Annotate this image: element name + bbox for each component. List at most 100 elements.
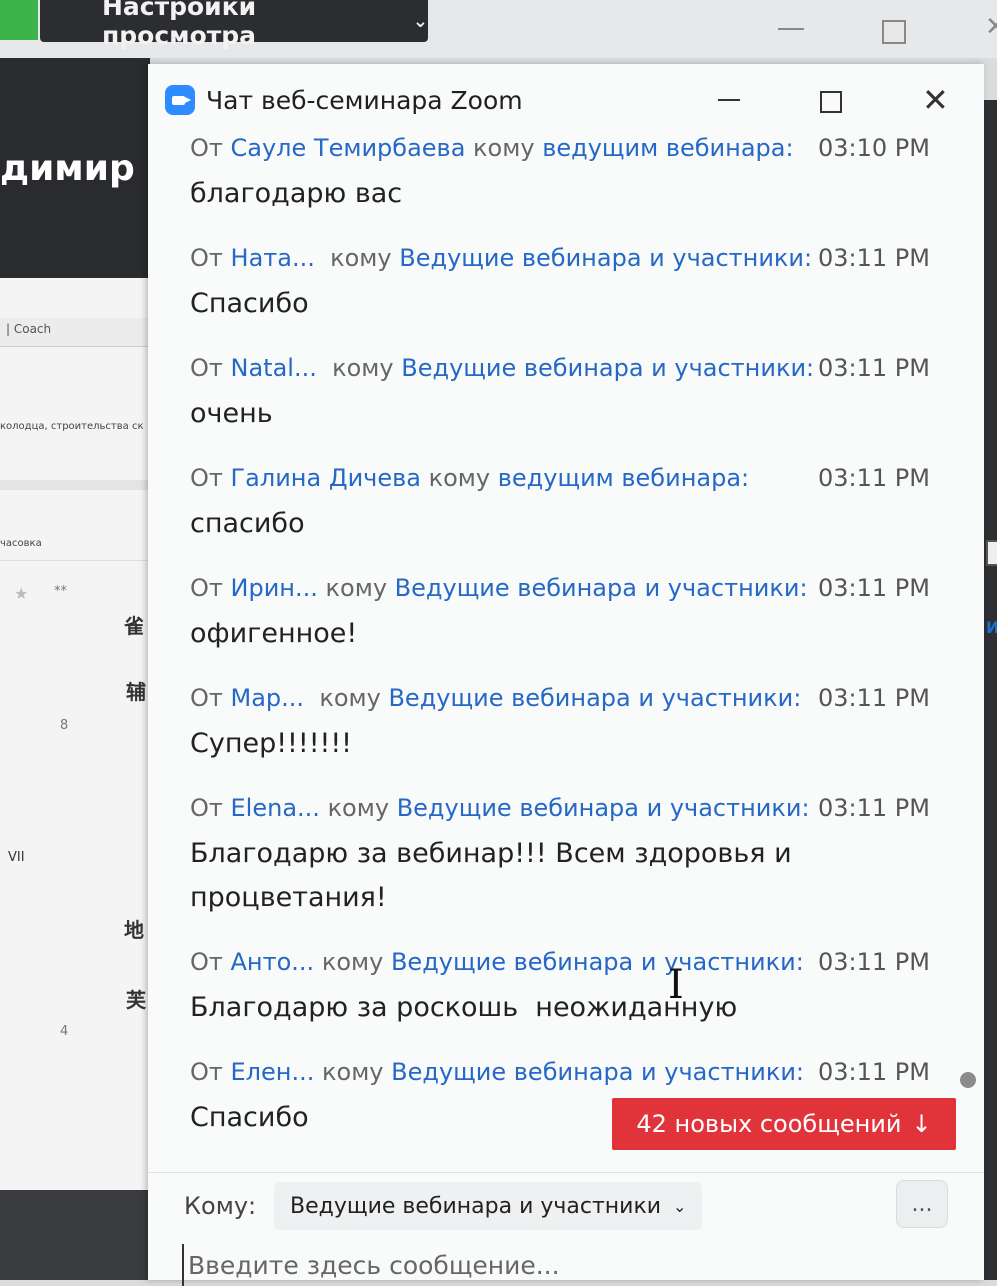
to-label: Кому: (184, 1192, 257, 1220)
message-time: 03:11 PM (818, 354, 930, 382)
message-text: офигенное! (190, 618, 358, 649)
recipient-link[interactable]: Ведущие вебинара и участники: (395, 574, 808, 602)
background-minimize-button[interactable] (778, 28, 804, 30)
text-cursor-icon: I (668, 962, 684, 1008)
to-word: кому (473, 136, 535, 162)
webinar-chat-window: Чат веб-семинара Zoom ✕ От Сауле Темирба… (148, 64, 984, 1286)
chat-message: От Сауле Темирбаева кому ведущим вебинар… (190, 136, 960, 216)
recipient-link[interactable]: Ведущие вебинара и участники: (401, 354, 814, 382)
new-messages-button[interactable]: 42 новых сообщений ↓ (612, 1098, 956, 1150)
arrow-down-icon: ↓ (911, 1110, 932, 1138)
background-bottom-area (0, 1190, 150, 1280)
message-text: Благодарю за вебинар!!! Всем здоровья и … (190, 838, 792, 913)
from-prefix: От (190, 354, 223, 382)
speaker-name: димир З (0, 148, 173, 189)
from-prefix: От (190, 794, 223, 822)
chevron-down-icon: ⌄ (412, 10, 428, 32)
recipient-link[interactable]: ведущим вебинара: (498, 464, 749, 492)
message-time: 03:11 PM (818, 1058, 930, 1086)
chat-message: От Галина Дичева кому ведущим вебинара: … (190, 464, 960, 546)
sender-link[interactable]: Елен... (231, 1058, 315, 1086)
close-button[interactable]: ✕ (922, 80, 949, 120)
composer-divider (148, 1172, 984, 1173)
message-text: Спасибо (190, 288, 309, 319)
to-word: кому (319, 684, 381, 712)
message-text: благодарю вас (190, 178, 403, 209)
from-prefix: От (190, 948, 223, 976)
chat-message: От Анто... кому Ведущие вебинара и участ… (190, 948, 960, 1030)
message-header: От Ирин... кому Ведущие вебинара и участ… (190, 574, 960, 610)
recipient-link[interactable]: Ведущие вебинара и участники: (391, 948, 804, 976)
chat-message: От Elena... кому Ведущие вебинара и учас… (190, 794, 960, 920)
background-close-button[interactable]: ✕ (985, 12, 997, 42)
message-time: 03:11 PM (818, 794, 930, 822)
more-options-button[interactable]: ... (896, 1180, 948, 1228)
shared-screen (0, 278, 150, 1190)
sender-link[interactable]: Elena... (231, 794, 320, 822)
zoom-logo-icon (165, 85, 195, 115)
shared-screen-divider (0, 560, 150, 561)
sender-link[interactable]: Ирин... (231, 574, 318, 602)
message-time: 03:10 PM (818, 136, 930, 162)
green-indicator (0, 0, 38, 40)
recipient-select[interactable]: Ведущие вебинара и участники ⌄ (274, 1182, 703, 1230)
sender-link[interactable]: Анто... (231, 948, 315, 976)
background-right-panel (984, 100, 997, 1280)
message-header: От Галина Дичева кому ведущим вебинара: … (190, 464, 960, 500)
recipient-link[interactable]: ведущим вебинара: (542, 136, 793, 162)
message-header: От Elena... кому Ведущие вебинара и учас… (190, 794, 960, 830)
scrollbar-thumb[interactable] (960, 1072, 976, 1088)
message-text: Благодарю за роскошь неожиданную (190, 992, 738, 1023)
shared-screen-glyph: 辅 (126, 680, 146, 704)
shared-screen-tab-label: | Coach (6, 322, 52, 336)
message-text: Супер!!!!!!! (190, 728, 352, 759)
recipient-link[interactable]: Ведущие вебинара и участники: (397, 794, 810, 822)
sender-link[interactable]: Мар... (231, 684, 305, 712)
sender-link[interactable]: Сауле Темирбаева (231, 136, 466, 162)
background-checkbox[interactable] (986, 540, 997, 566)
to-word: кому (332, 354, 394, 382)
shared-screen-text: колодца, строительства ск (0, 421, 144, 432)
message-list[interactable]: От Сауле Темирбаева кому ведущим вебинар… (148, 136, 984, 1162)
shared-screen-text: ** (54, 584, 67, 599)
shared-screen-glyph: 雀 (124, 614, 144, 638)
shared-screen-number: 8 (60, 718, 69, 733)
recipient-link[interactable]: Ведущие вебинара и участники: (388, 684, 801, 712)
chat-titlebar: Чат веб-семинара Zoom ✕ (148, 64, 984, 136)
sender-link[interactable]: Галина Дичева (231, 464, 421, 492)
from-prefix: От (190, 244, 223, 272)
shared-screen-number: 4 (60, 1024, 69, 1039)
chat-message: От Ната... кому Ведущие вебинара и участ… (190, 244, 960, 326)
from-prefix: От (190, 136, 223, 162)
from-prefix: От (190, 1058, 223, 1086)
star-icon: ★ (14, 584, 29, 603)
message-header: От Мар... кому Ведущие вебинара и участн… (190, 684, 960, 720)
sender-link[interactable]: Natal... (231, 354, 317, 382)
message-text: спасибо (190, 508, 305, 539)
recipient-link[interactable]: Ведущие вебинара и участники: (391, 1058, 804, 1086)
chevron-down-icon: ⌄ (673, 1196, 687, 1216)
from-prefix: От (190, 684, 223, 712)
shared-screen-glyph: 地 (124, 918, 144, 942)
message-text: очень (190, 398, 273, 429)
chat-message: От Ирин... кому Ведущие вебинара и участ… (190, 574, 960, 656)
shared-screen-divider (0, 480, 150, 490)
from-prefix: От (190, 574, 223, 602)
message-header: От Елен... кому Ведущие вебинара и участ… (190, 1058, 960, 1094)
to-word: кому (327, 794, 390, 822)
shared-screen-glyph: 芙 (126, 988, 146, 1012)
background-maximize-button[interactable] (882, 20, 906, 44)
ellipsis-icon: ... (911, 1191, 933, 1217)
recipient-select-value: Ведущие вебинара и участники (290, 1193, 662, 1219)
message-time: 03:11 PM (818, 948, 930, 976)
view-settings-button[interactable]: Настройки просмотра ⌄ (40, 0, 428, 50)
message-time: 03:11 PM (818, 684, 930, 712)
message-time: 03:11 PM (818, 464, 930, 492)
shared-screen-text: часовка (0, 538, 42, 549)
sender-link[interactable]: Ната... (231, 244, 315, 272)
view-settings-label: Настройки просмотра (102, 0, 257, 50)
chat-title: Чат веб-семинара Zoom (206, 86, 523, 115)
minimize-button[interactable] (718, 99, 740, 101)
maximize-button[interactable] (820, 91, 842, 113)
recipient-link[interactable]: Ведущие вебинара и участники: (399, 244, 812, 272)
